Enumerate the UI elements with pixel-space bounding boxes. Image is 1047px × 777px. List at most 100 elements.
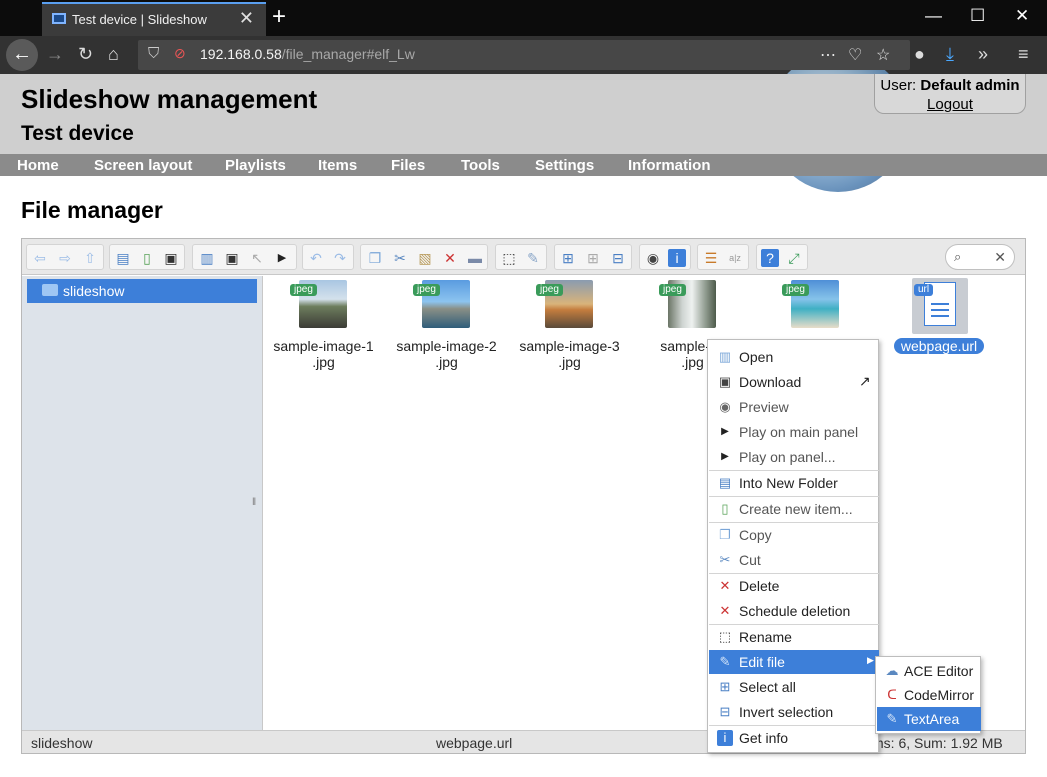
logout-link[interactable]: Logout: [875, 96, 1025, 113]
up-arrow-icon[interactable]: ⇧: [81, 249, 99, 267]
menu-tools[interactable]: Tools: [461, 157, 500, 174]
ctx-get-info[interactable]: i Get info: [709, 726, 879, 750]
address-bar[interactable]: ⛉ ⊘ 192.168.0.58/file_manager#elf_Lw ⋯ ♡…: [138, 40, 910, 70]
close-tab-icon[interactable]: ✕: [239, 8, 254, 29]
maximize-icon[interactable]: ☐: [970, 6, 985, 26]
paste-icon[interactable]: ▧: [416, 249, 434, 267]
file-type-badge: jpeg: [536, 284, 563, 296]
new-file-icon[interactable]: ▯: [138, 249, 156, 267]
toolbar-group-select: ⊞ ⊞ ⊟: [554, 244, 632, 270]
tree-item-slideshow[interactable]: slideshow: [27, 279, 257, 303]
sort-icon[interactable]: a|z: [726, 249, 744, 267]
user-name: Default admin: [920, 77, 1020, 94]
more-actions-icon[interactable]: ⋯: [820, 45, 836, 65]
menu-home[interactable]: Home: [17, 157, 59, 174]
menu-screen-layout[interactable]: Screen layout: [94, 157, 192, 174]
play-icon: ▶: [721, 451, 729, 462]
overflow-icon[interactable]: »: [978, 44, 988, 65]
ctx-delete[interactable]: ✕ Delete: [709, 574, 879, 598]
invert-selection-icon[interactable]: ⊟: [609, 249, 627, 267]
info-icon: i: [717, 730, 733, 746]
browser-tab[interactable]: Test device | Slideshow ✕: [42, 2, 266, 36]
invert-selection-icon: ⊟: [719, 704, 731, 719]
toolbar-group-undo: ↶ ↷: [302, 244, 354, 270]
bookmark-star-icon[interactable]: ☆: [876, 45, 890, 65]
ctx-create-new-item[interactable]: ▯ Create new item...: [709, 497, 879, 521]
select-all-icon[interactable]: ⊞: [559, 249, 577, 267]
empty-icon[interactable]: ▬: [466, 249, 484, 267]
sub-textarea[interactable]: ✎ TextArea: [877, 707, 981, 731]
hamburger-menu-icon[interactable]: ≡: [1018, 44, 1029, 65]
cut-icon[interactable]: ✂: [391, 249, 409, 267]
file-toolbar: ⇦ ⇨ ⇧ ▤ ▯ ▣ ▥ ▣ ↖ ▶ ↶ ↷ ❐ ✂ ▧ ✕ ▬ ⬚ ✎ ⊞ …: [22, 239, 1025, 275]
status-summary: ms: 6, Sum: 1.92 MB: [872, 735, 1003, 751]
toolbar-group-file: ▥ ▣ ↖ ▶: [192, 244, 297, 270]
ctx-into-new-folder[interactable]: ▤ Into New Folder: [709, 471, 879, 495]
back-icon[interactable]: ←: [6, 39, 38, 71]
menu-settings[interactable]: Settings: [535, 157, 594, 174]
ctx-preview[interactable]: ◉ Preview: [709, 395, 879, 419]
file-name: sample-image-3 .jpg: [519, 338, 620, 370]
minimize-icon[interactable]: —: [925, 6, 942, 26]
back-arrow-icon[interactable]: ⇦: [31, 249, 49, 267]
rename-icon: ⬚: [718, 629, 732, 644]
info-icon[interactable]: i: [668, 249, 686, 267]
ctx-copy[interactable]: ❐ Copy: [709, 523, 879, 547]
rename-icon[interactable]: ⬚: [500, 249, 518, 267]
delete-icon[interactable]: ✕: [441, 249, 459, 267]
sub-ace-editor[interactable]: ☁ ACE Editor: [877, 659, 981, 683]
insecure-lock-icon[interactable]: ⊘: [174, 45, 186, 62]
download-icon[interactable]: ⤓: [946, 44, 954, 65]
clear-search-icon[interactable]: ✕: [994, 249, 1006, 266]
download-disk-icon[interactable]: ▣: [223, 249, 241, 267]
edit-file-icon[interactable]: ✎: [524, 249, 542, 267]
menu-files[interactable]: Files: [391, 157, 425, 174]
forward-arrow-icon[interactable]: ⇨: [56, 249, 74, 267]
preview-eye-icon[interactable]: ◉: [644, 249, 662, 267]
ctx-open[interactable]: ▥ Open: [709, 345, 879, 369]
pointer-icon[interactable]: ↖: [248, 249, 266, 267]
account-icon[interactable]: ●: [914, 44, 925, 65]
redo-icon[interactable]: ↷: [331, 249, 349, 267]
fullscreen-icon[interactable]: ⤢: [785, 249, 803, 267]
edit-file-submenu: ☁ ACE Editor ᑕ CodeMirror ✎ TextArea: [875, 656, 981, 734]
new-folder-icon[interactable]: ▤: [114, 249, 132, 267]
play-icon[interactable]: ▶: [273, 249, 291, 267]
search-input[interactable]: ⌕ ✕: [945, 244, 1015, 270]
new-tab-icon[interactable]: +: [272, 3, 286, 31]
file-name: webpage.url: [894, 338, 984, 354]
toolbar-group-view: ◉ i: [639, 244, 691, 270]
monitor-icon: [52, 13, 66, 24]
menu-items[interactable]: Items: [318, 157, 357, 174]
select-none-icon[interactable]: ⊞: [584, 249, 602, 267]
forward-icon[interactable]: →: [46, 44, 64, 65]
shield-icon[interactable]: ⛉: [148, 45, 159, 62]
ctx-edit-file[interactable]: ✎ Edit file ▶: [709, 650, 879, 674]
help-icon[interactable]: ?: [761, 249, 779, 267]
toolbar-group-nav: ⇦ ⇨ ⇧: [26, 244, 104, 270]
save-disk-icon[interactable]: ▣: [162, 249, 180, 267]
ctx-download[interactable]: ▣ Download ↗: [709, 370, 879, 394]
resize-handle[interactable]: ‖: [252, 497, 256, 508]
ctx-rename[interactable]: ⬚ Rename: [709, 625, 879, 649]
window-close-icon[interactable]: ✕: [1015, 6, 1029, 26]
undo-icon[interactable]: ↶: [307, 249, 325, 267]
ctx-schedule-deletion[interactable]: ✕ Schedule deletion: [709, 599, 879, 623]
pocket-icon[interactable]: ♡: [848, 45, 862, 65]
ctx-cut[interactable]: ✂ Cut: [709, 548, 879, 572]
list-view-icon[interactable]: ☰: [702, 249, 720, 267]
home-icon[interactable]: ⌂: [108, 44, 119, 65]
menu-information[interactable]: Information: [628, 157, 711, 174]
toolbar-group-layout: ☰ a|z: [697, 244, 749, 270]
ctx-select-all[interactable]: ⊞ Select all: [709, 675, 879, 699]
ctx-play-panel[interactable]: ▶ Play on panel...: [709, 445, 879, 469]
copy-icon[interactable]: ❐: [366, 249, 384, 267]
menu-playlists[interactable]: Playlists: [225, 157, 286, 174]
toolbar-group-edit: ❐ ✂ ▧ ✕ ▬: [360, 244, 488, 270]
open-icon[interactable]: ▥: [198, 249, 216, 267]
reload-icon[interactable]: ↻: [78, 44, 93, 65]
ctx-invert-selection[interactable]: ⊟ Invert selection: [709, 700, 879, 724]
sub-codemirror[interactable]: ᑕ CodeMirror: [877, 683, 981, 707]
ctx-play-main[interactable]: ▶ Play on main panel: [709, 420, 879, 444]
main-menu: Home Screen layout Playlists Items Files…: [0, 154, 1047, 176]
